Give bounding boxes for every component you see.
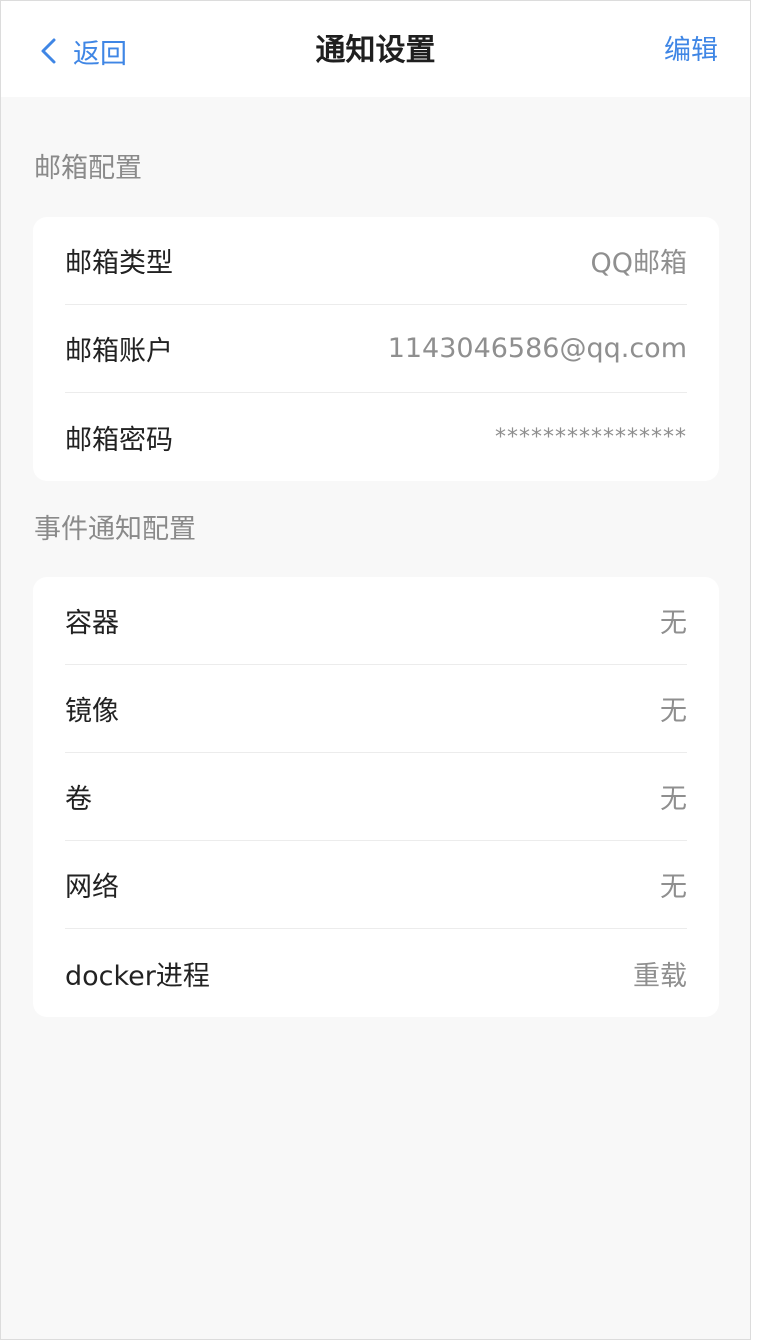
row-value: QQ邮箱: [590, 248, 687, 279]
row-label: docker进程: [65, 960, 210, 992]
row-label: 邮箱密码: [65, 424, 173, 456]
row-label: 卷: [65, 784, 92, 815]
event-network-row[interactable]: 网络 无: [65, 841, 687, 929]
row-value: 1143046586@qq.com: [387, 333, 687, 364]
mail-config-card: 邮箱类型 QQ邮箱 邮箱账户 1143046586@qq.com 邮箱密码 **…: [33, 217, 719, 481]
mail-type-row[interactable]: 邮箱类型 QQ邮箱: [65, 217, 687, 305]
row-value: 无: [660, 784, 687, 815]
event-docker-row[interactable]: docker进程 重载: [65, 929, 687, 1017]
row-label: 网络: [65, 872, 119, 903]
event-image-row[interactable]: 镜像 无: [65, 665, 687, 753]
event-container-row[interactable]: 容器 无: [65, 577, 687, 665]
nav-bar: 返回 通知设置 编辑: [1, 1, 750, 97]
row-value: 无: [660, 872, 687, 903]
row-label: 镜像: [65, 696, 119, 727]
row-label: 容器: [65, 608, 119, 639]
row-value: 无: [660, 696, 687, 727]
row-value: 重载: [633, 960, 687, 992]
app-frame: 返回 通知设置 编辑 邮箱配置 邮箱类型 QQ邮箱 邮箱账户 114304658…: [0, 0, 751, 1340]
mail-password-row[interactable]: 邮箱密码 ****************: [65, 393, 687, 481]
mail-account-row[interactable]: 邮箱账户 1143046586@qq.com: [65, 305, 687, 393]
page-title: 通知设置: [315, 33, 436, 68]
row-label: 邮箱账户: [65, 336, 173, 367]
event-config-card: 容器 无 镜像 无 卷 无 网络 无 docker进程 重载: [33, 577, 719, 1017]
event-volume-row[interactable]: 卷 无: [65, 753, 687, 841]
mail-section-title: 邮箱配置: [34, 153, 142, 184]
edit-button[interactable]: 编辑: [664, 31, 718, 71]
row-label: 邮箱类型: [65, 248, 173, 279]
event-section-title: 事件通知配置: [34, 514, 196, 545]
row-value: ****************: [495, 424, 687, 450]
row-value: 无: [660, 608, 687, 639]
